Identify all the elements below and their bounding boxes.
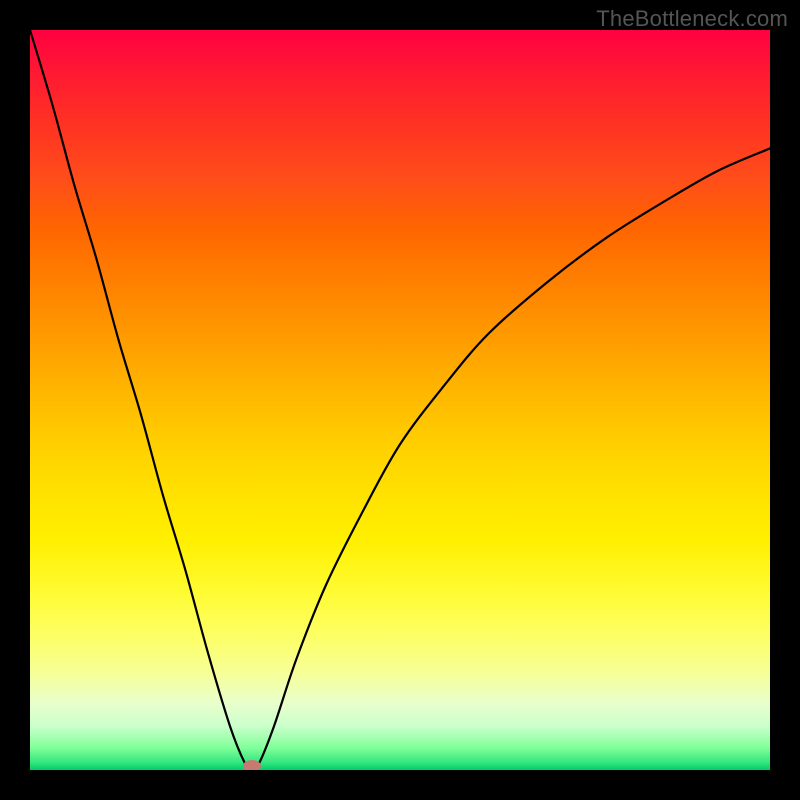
plot-area (30, 30, 770, 770)
optimum-marker (243, 760, 261, 770)
chart-frame: TheBottleneck.com (0, 0, 800, 800)
bottleneck-curve (30, 30, 770, 770)
watermark-text: TheBottleneck.com (596, 6, 788, 32)
